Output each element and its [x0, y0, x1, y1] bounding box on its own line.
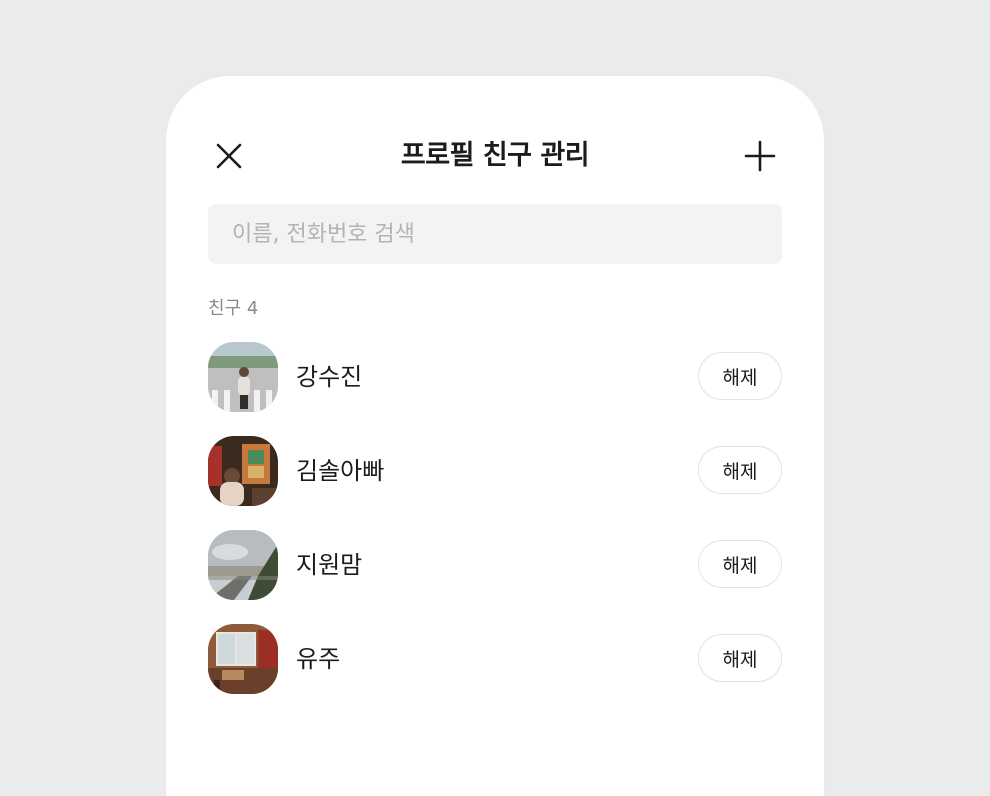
- avatar[interactable]: [208, 624, 278, 694]
- friend-name: 강수진: [296, 363, 363, 391]
- search-box: [208, 204, 782, 264]
- add-friend-button[interactable]: [744, 140, 776, 172]
- friend-row: 강수진 해제: [208, 342, 782, 412]
- friend-name: 유주: [296, 645, 341, 673]
- friend-management-panel: 프로필 친구 관리 친구 4: [166, 76, 824, 796]
- release-button[interactable]: 해제: [698, 446, 782, 494]
- friend-row: 지원맘 해제: [208, 530, 782, 600]
- friend-row: 유주 해제: [208, 624, 782, 694]
- page-title: 프로필 친구 관리: [400, 140, 590, 171]
- friend-row: 김솔아빠 해제: [208, 436, 782, 506]
- friends-count-label: 친구 4: [208, 298, 259, 319]
- release-button[interactable]: 해제: [698, 352, 782, 400]
- avatar[interactable]: [208, 530, 278, 600]
- search-input[interactable]: [208, 204, 782, 264]
- plus-icon: [744, 140, 776, 172]
- release-button[interactable]: 해제: [698, 540, 782, 588]
- release-button[interactable]: 해제: [698, 634, 782, 682]
- avatar[interactable]: [208, 436, 278, 506]
- friend-name: 지원맘: [296, 551, 363, 579]
- header: 프로필 친구 관리: [166, 128, 824, 184]
- friend-name: 김솔아빠: [296, 457, 385, 485]
- avatar[interactable]: [208, 342, 278, 412]
